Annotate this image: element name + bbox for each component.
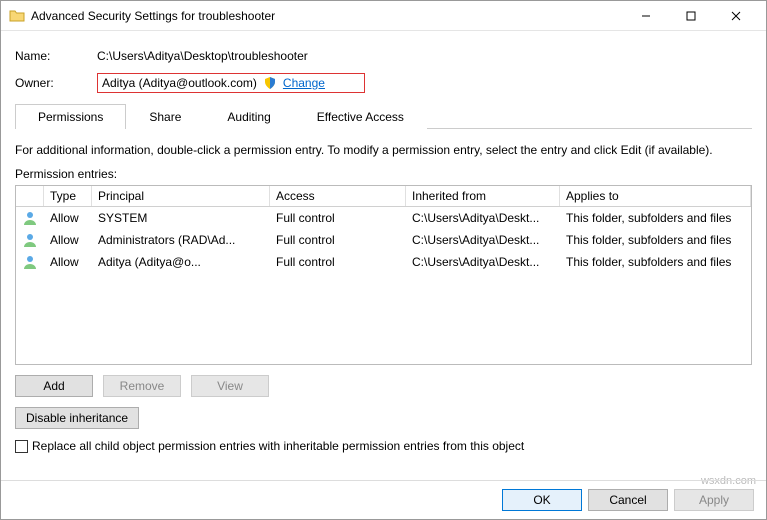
ok-button[interactable]: OK [502,489,582,511]
cell-principal: SYSTEM [92,209,270,227]
tab-share[interactable]: Share [126,104,204,129]
cell-inherited: C:\Users\Aditya\Deskt... [406,231,560,249]
cell-type: Allow [44,253,92,271]
cell-inherited: C:\Users\Aditya\Deskt... [406,253,560,271]
table-row[interactable]: AllowAditya (Aditya@o...Full controlC:\U… [16,251,751,273]
col-type[interactable]: Type [44,186,92,206]
col-icon[interactable] [16,186,44,206]
cell-type: Allow [44,231,92,249]
window: Advanced Security Settings for troublesh… [0,0,767,520]
user-icon [16,252,44,272]
user-icon [16,230,44,250]
cell-access: Full control [270,209,406,227]
cell-applies: This folder, subfolders and files [560,231,751,249]
col-access[interactable]: Access [270,186,406,206]
help-text: For additional information, double-click… [15,143,752,157]
disable-inheritance-button[interactable]: Disable inheritance [15,407,139,429]
cancel-button[interactable]: Cancel [588,489,668,511]
cell-principal: Aditya (Aditya@o... [92,253,270,271]
apply-button[interactable]: Apply [674,489,754,511]
permission-entries-label: Permission entries: [15,167,752,181]
tabs: Permissions Share Auditing Effective Acc… [15,103,752,129]
user-icon [16,208,44,228]
cell-principal: Administrators (RAD\Ad... [92,231,270,249]
titlebar: Advanced Security Settings for troublesh… [1,1,766,31]
owner-label: Owner: [15,76,97,90]
col-inherited[interactable]: Inherited from [406,186,560,206]
cell-inherited: C:\Users\Aditya\Deskt... [406,209,560,227]
close-button[interactable] [713,1,758,30]
change-link[interactable]: Change [283,76,325,90]
cell-applies: This folder, subfolders and files [560,209,751,227]
tab-effective-access[interactable]: Effective Access [294,104,427,129]
maximize-button[interactable] [668,1,713,30]
permission-grid: Type Principal Access Inherited from App… [15,185,752,365]
minimize-button[interactable] [623,1,668,30]
col-principal[interactable]: Principal [92,186,270,206]
owner-value: Aditya (Aditya@outlook.com) [102,76,257,90]
replace-children-checkbox[interactable] [15,440,28,453]
window-title: Advanced Security Settings for troublesh… [31,9,623,23]
table-row[interactable]: AllowAdministrators (RAD\Ad...Full contr… [16,229,751,251]
footer: OK Cancel Apply [1,480,766,519]
remove-button[interactable]: Remove [103,375,181,397]
name-value: C:\Users\Aditya\Desktop\troubleshooter [97,49,752,63]
cell-applies: This folder, subfolders and files [560,253,751,271]
folder-icon [9,8,25,24]
replace-children-label: Replace all child object permission entr… [32,439,524,453]
cell-type: Allow [44,209,92,227]
name-label: Name: [15,49,97,63]
col-applies[interactable]: Applies to [560,186,751,206]
tab-auditing[interactable]: Auditing [204,104,293,129]
cell-access: Full control [270,231,406,249]
content-area: Name: C:\Users\Aditya\Desktop\troublesho… [1,31,766,465]
shield-icon [263,76,277,90]
add-button[interactable]: Add [15,375,93,397]
tab-permissions[interactable]: Permissions [15,104,126,129]
table-row[interactable]: AllowSYSTEMFull controlC:\Users\Aditya\D… [16,207,751,229]
owner-box: Aditya (Aditya@outlook.com) Change [97,73,365,93]
grid-header: Type Principal Access Inherited from App… [16,186,751,207]
view-button[interactable]: View [191,375,269,397]
cell-access: Full control [270,253,406,271]
